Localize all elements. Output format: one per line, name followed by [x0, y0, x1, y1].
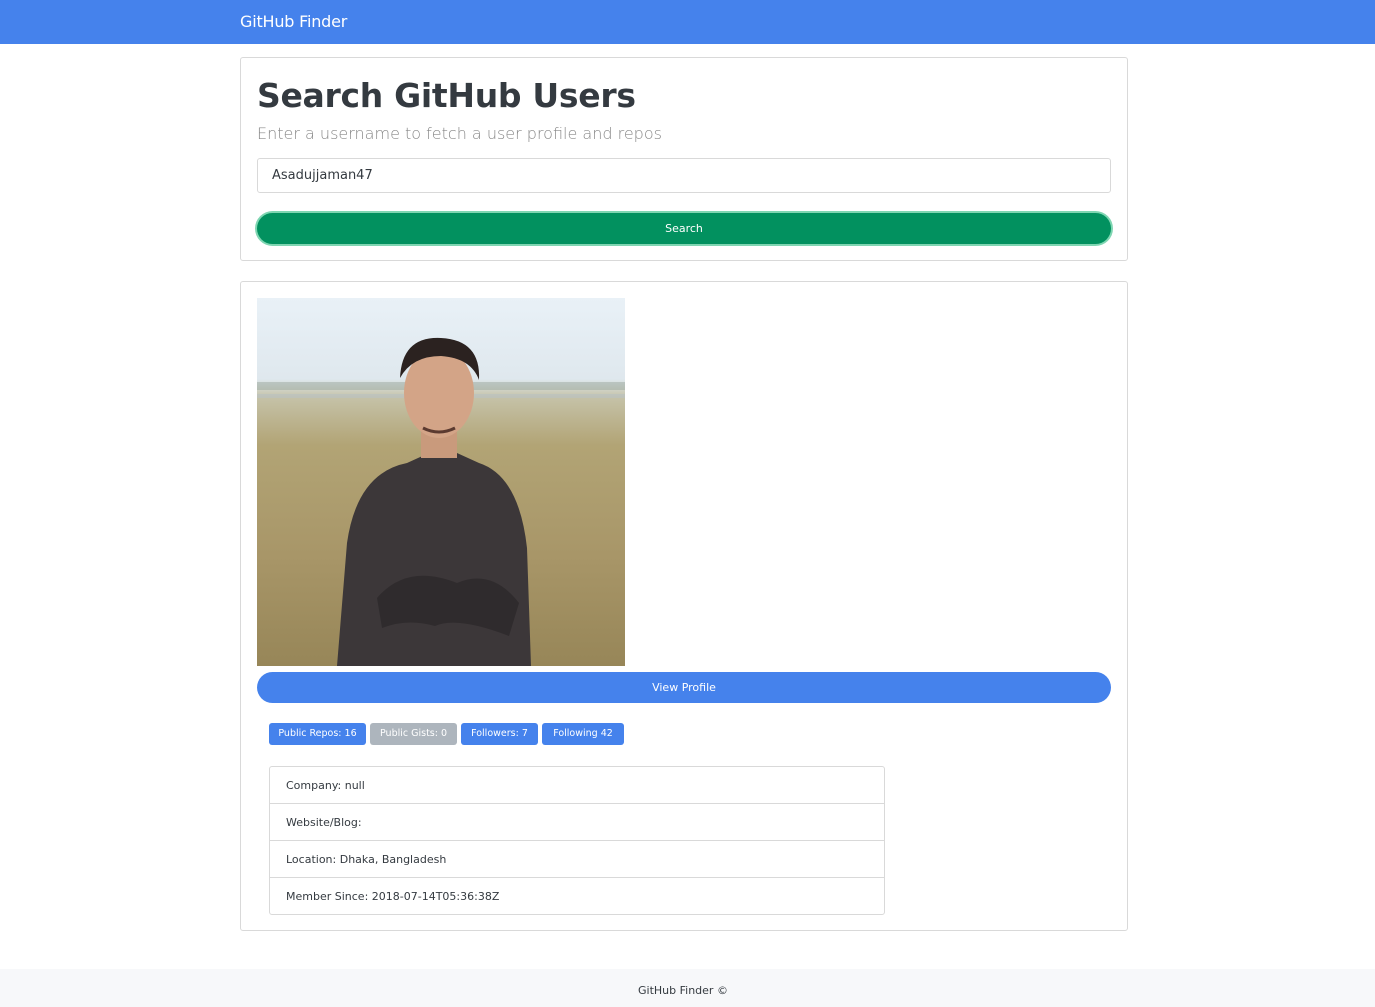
badge-public-repos: Public Repos: 16 — [269, 723, 366, 745]
profile-details-list: Company: null Website/Blog: Location: Dh… — [269, 766, 885, 915]
search-input[interactable] — [257, 158, 1111, 193]
search-card: Search GitHub Users Enter a username to … — [240, 57, 1128, 261]
avatar — [257, 298, 625, 666]
view-profile-button[interactable]: View Profile — [257, 672, 1111, 703]
detail-location: Location: Dhaka, Bangladesh — [270, 841, 884, 878]
detail-member-since: Member Since: 2018-07-14T05:36:38Z — [286, 890, 500, 903]
footer: GitHub Finder © — [0, 969, 1375, 1007]
badge-followers: Followers: 7 — [461, 723, 538, 745]
search-description: Enter a username to fetch a user profile… — [257, 124, 662, 143]
search-button[interactable]: Search — [257, 213, 1111, 244]
detail-website: Website/Blog: — [270, 804, 884, 841]
page-title: Search GitHub Users — [257, 76, 636, 115]
footer-text: GitHub Finder © — [638, 984, 728, 997]
badge-following: Following 42 — [542, 723, 624, 745]
navbar-brand[interactable]: GitHub Finder — [240, 12, 347, 31]
profile-card: View Profile Public Repos: 16 Public Gis… — [240, 281, 1128, 931]
detail-company: Company: null — [270, 767, 884, 804]
avatar-photo — [257, 337, 625, 666]
navbar: GitHub Finder — [0, 0, 1375, 44]
badge-public-gists: Public Gists: 0 — [370, 723, 457, 745]
